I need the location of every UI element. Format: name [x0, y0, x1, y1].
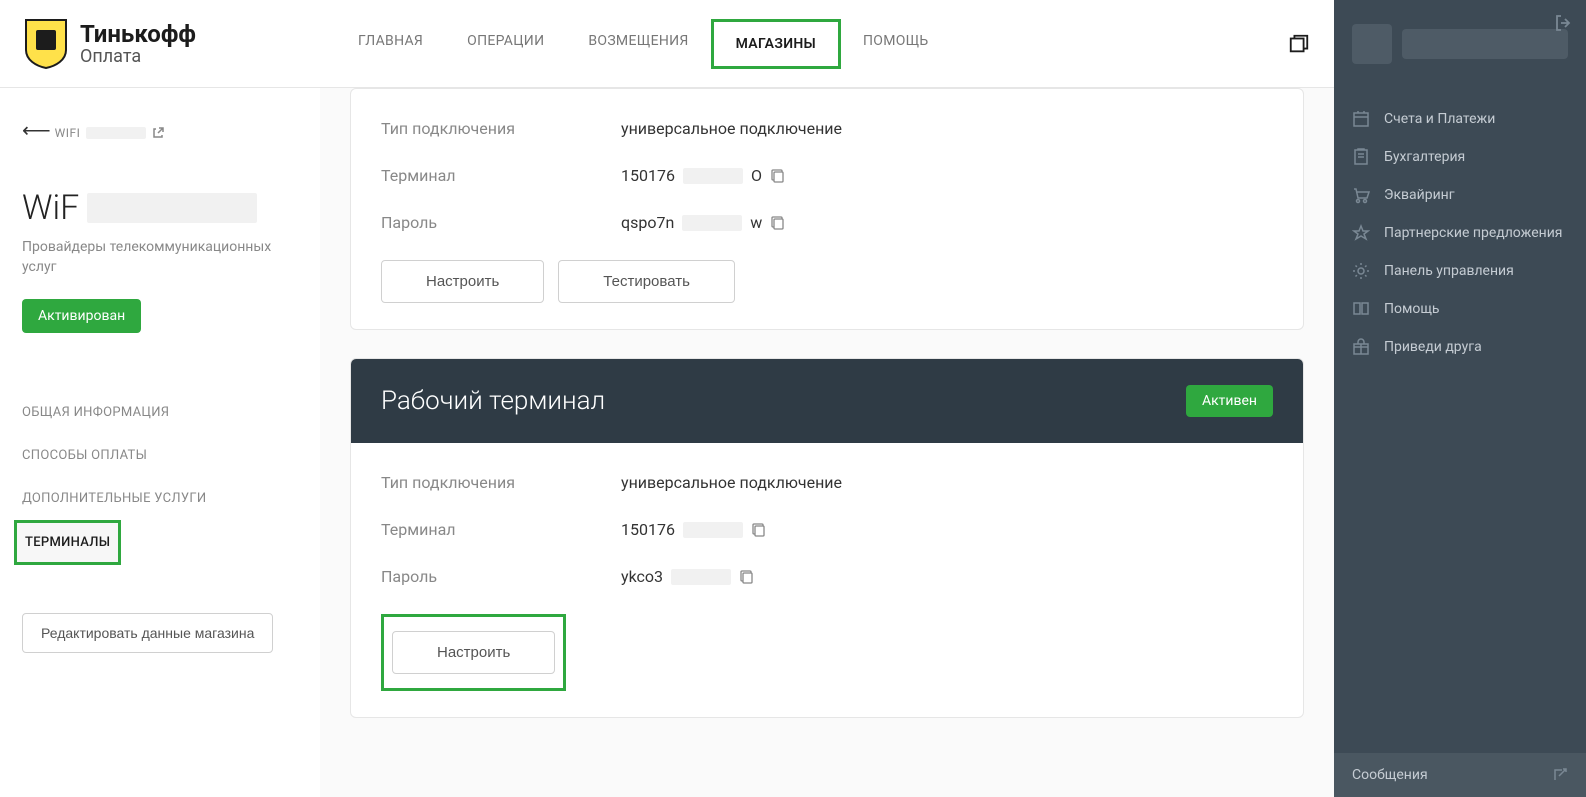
password-prefix: qspo7n [621, 213, 674, 232]
edit-shop-button[interactable]: Редактировать данные магазина [22, 613, 273, 653]
copy-icon[interactable] [751, 522, 767, 538]
back-arrow-icon[interactable]: ⟵ [22, 118, 51, 142]
right-item-label: Бухгалтерия [1384, 149, 1465, 165]
redacted-mask [87, 193, 257, 223]
field-label-type: Тип подключения [381, 473, 621, 492]
right-item-accounting[interactable]: Бухгалтерия [1334, 138, 1586, 176]
field-value-terminal: 150176 O [621, 166, 786, 185]
nav-operations[interactable]: ОПЕРАЦИИ [445, 19, 566, 69]
nav-main[interactable]: ГЛАВНАЯ [336, 19, 445, 69]
field-label-password: Пароль [381, 213, 621, 232]
avatar [1352, 24, 1392, 64]
side-menu-payment[interactable]: СПОСОБЫ ОПЛАТЫ [22, 434, 298, 477]
redacted-mask [671, 569, 731, 585]
messages-label: Сообщения [1352, 767, 1428, 783]
field-label-terminal: Терминал [381, 520, 621, 539]
field-label-password: Пароль [381, 567, 621, 586]
field-value-password: qspo7n w [621, 213, 786, 232]
terminal-id-prefix: 150176 [621, 166, 675, 185]
field-value-terminal: 150176 [621, 520, 767, 539]
redacted-mask [683, 168, 743, 184]
logout-icon[interactable] [1554, 14, 1572, 32]
shop-title-prefix: WiF [22, 188, 79, 228]
field-label-type: Тип подключения [381, 119, 621, 138]
right-item-acquiring[interactable]: Эквайринг [1334, 176, 1586, 214]
right-item-label: Помощь [1384, 301, 1440, 317]
windows-icon[interactable] [1288, 33, 1310, 55]
right-item-label: Счета и Платежи [1384, 111, 1495, 127]
password-prefix: ykco3 [621, 567, 663, 586]
terminal-id-suffix: O [751, 166, 762, 185]
compose-icon[interactable] [1552, 767, 1568, 783]
shop-code: WIFI [55, 126, 165, 140]
main-content: Тип подключения универсальное подключени… [320, 88, 1334, 797]
right-panel-header [1334, 0, 1586, 88]
username-mask [1402, 29, 1568, 59]
side-menu-services[interactable]: ДОПОЛНИТЕЛЬНЫЕ УСЛУГИ [22, 477, 298, 520]
right-menu: Счета и Платежи Бухгалтерия Эквайринг Па… [1334, 88, 1586, 378]
password-suffix: w [750, 213, 762, 232]
terminal-card-header: Рабочий терминал Активен [351, 359, 1303, 443]
copy-icon[interactable] [739, 569, 755, 585]
shop-subtitle: Провайдеры телекоммуникационных услуг [22, 238, 298, 277]
right-item-refer[interactable]: Приведи друга [1334, 328, 1586, 366]
right-item-control-panel[interactable]: Панель управления [1334, 252, 1586, 290]
copy-icon[interactable] [770, 215, 786, 231]
external-link-icon[interactable] [152, 127, 164, 139]
terminal-card-title: Рабочий терминал [381, 386, 605, 416]
terminal-status-badge: Активен [1186, 385, 1273, 417]
configure-button[interactable]: Настроить [381, 260, 544, 303]
right-item-label: Панель управления [1384, 263, 1514, 279]
field-value-type: универсальное подключение [621, 473, 842, 492]
test-button[interactable]: Тестировать [558, 260, 735, 303]
nav-help[interactable]: ПОМОЩЬ [841, 19, 950, 69]
terminal-card-2: Рабочий терминал Активен Тип подключения… [350, 358, 1304, 718]
right-item-accounts[interactable]: Счета и Платежи [1334, 100, 1586, 138]
field-label-terminal: Терминал [381, 166, 621, 185]
side-menu: ОБЩАЯ ИНФОРМАЦИЯ СПОСОБЫ ОПЛАТЫ ДОПОЛНИТ… [22, 391, 298, 565]
redacted-mask [86, 127, 146, 139]
configure-highlight: Настроить [381, 614, 566, 691]
terminal-id-prefix: 150176 [621, 520, 675, 539]
logo-subtitle: Оплата [80, 48, 196, 66]
field-value-type: универсальное подключение [621, 119, 842, 138]
shop-title: WiF [22, 188, 298, 228]
terminal-card-1: Тип подключения универсальное подключени… [350, 88, 1304, 330]
nav-shops[interactable]: МАГАЗИНЫ [711, 19, 841, 69]
nav-refunds[interactable]: ВОЗМЕЩЕНИЯ [566, 19, 710, 69]
messages-footer[interactable]: Сообщения [1334, 753, 1586, 797]
configure-button[interactable]: Настроить [392, 631, 555, 674]
status-badge: Активирован [22, 299, 141, 333]
right-item-label: Приведи друга [1384, 339, 1482, 355]
left-sidebar: ⟵ WIFI WiF Провайдеры телекоммуникационн… [0, 88, 320, 797]
topbar: Тинькофф Оплата ГЛАВНАЯ ОПЕРАЦИИ ВОЗМЕЩЕ… [0, 0, 1334, 88]
side-menu-general[interactable]: ОБЩАЯ ИНФОРМАЦИЯ [22, 391, 298, 434]
top-nav: ГЛАВНАЯ ОПЕРАЦИИ ВОЗМЕЩЕНИЯ МАГАЗИНЫ ПОМ… [336, 19, 951, 69]
right-panel: Счета и Платежи Бухгалтерия Эквайринг Па… [1334, 0, 1586, 797]
logo[interactable]: Тинькофф Оплата [24, 18, 196, 70]
right-item-label: Эквайринг [1384, 187, 1455, 203]
logo-title: Тинькофф [80, 22, 196, 46]
copy-icon[interactable] [770, 168, 786, 184]
side-menu-terminals[interactable]: ТЕРМИНАЛЫ [14, 520, 121, 565]
right-item-label: Партнерские предложения [1384, 225, 1562, 241]
redacted-mask [683, 522, 743, 538]
right-item-partners[interactable]: Партнерские предложения [1334, 214, 1586, 252]
redacted-mask [682, 215, 742, 231]
logo-shield-icon [24, 18, 68, 70]
right-item-help[interactable]: Помощь [1334, 290, 1586, 328]
field-value-password: ykco3 [621, 567, 755, 586]
shop-code-prefix: WIFI [55, 126, 81, 140]
